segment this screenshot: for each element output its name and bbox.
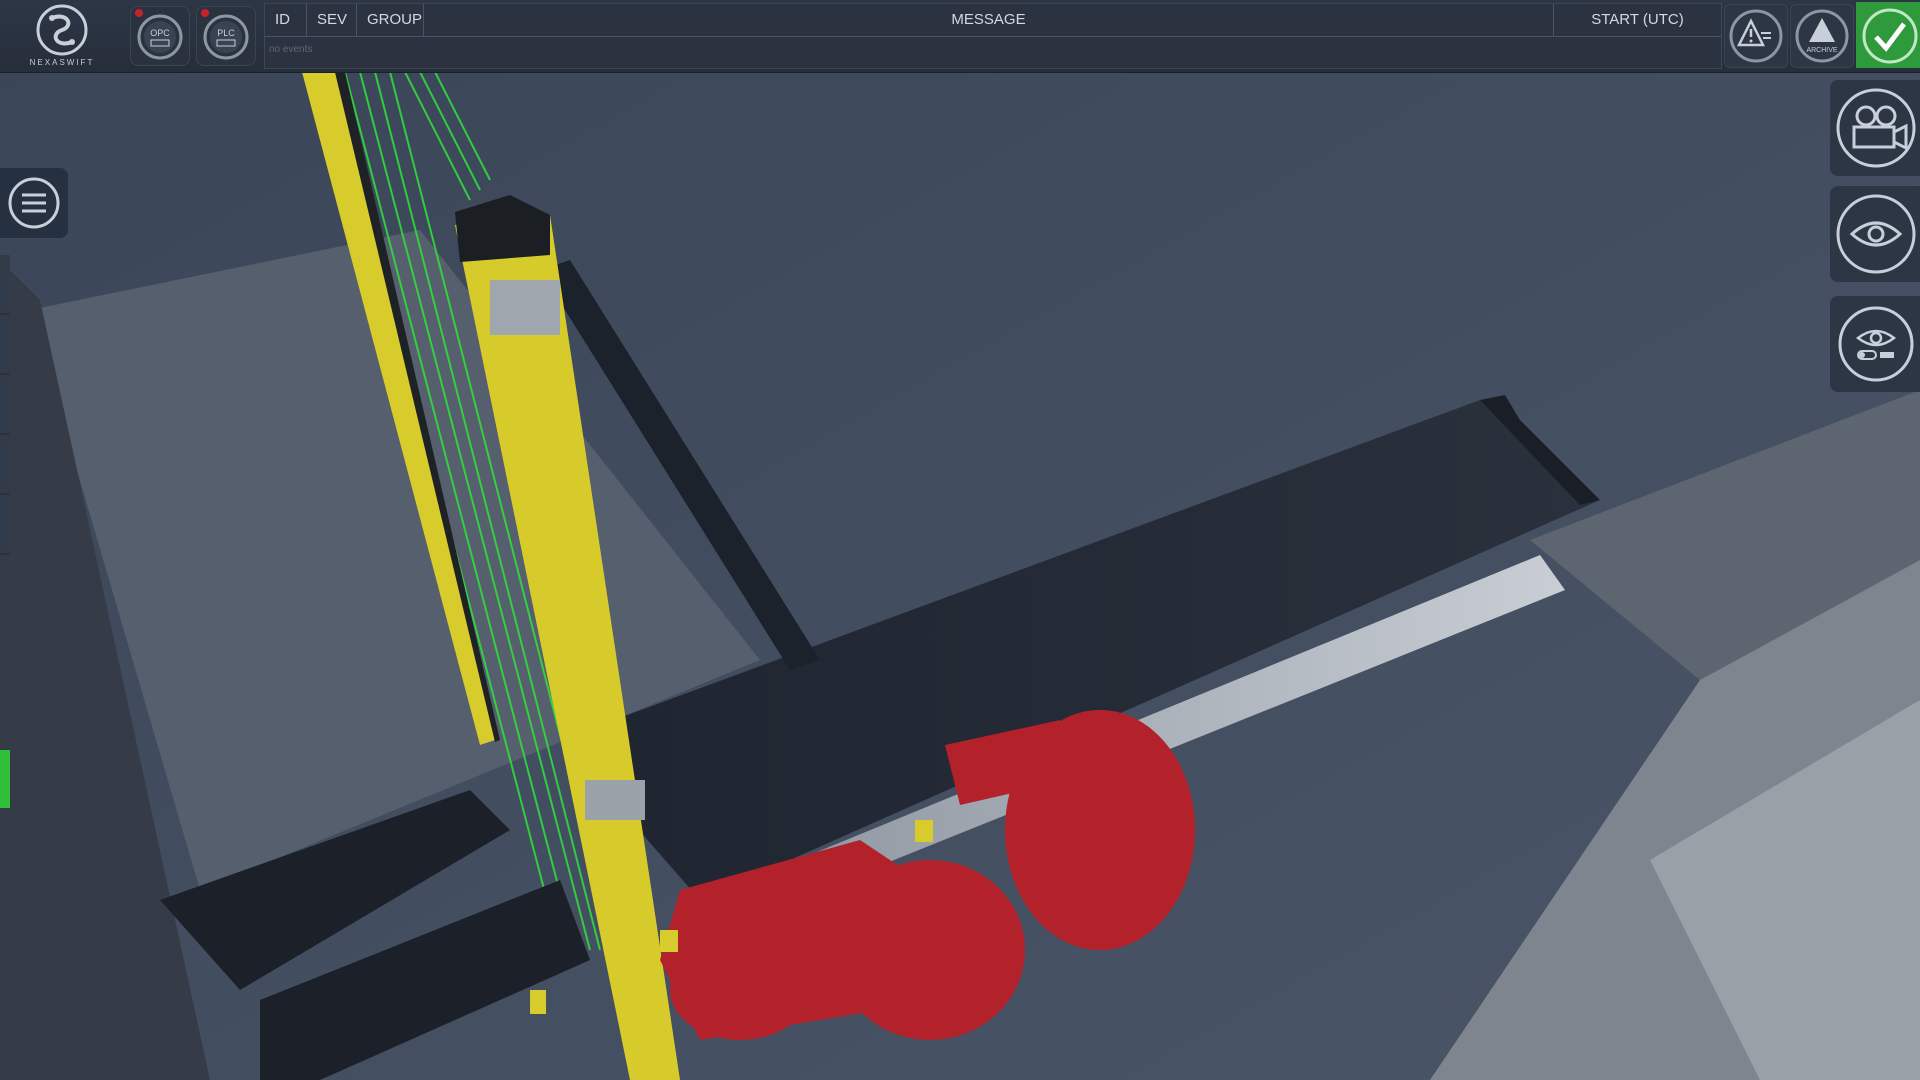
plc-label: PLC: [217, 28, 235, 38]
acknowledge-button[interactable]: [1856, 2, 1920, 68]
eye-icon: [1836, 194, 1916, 274]
brand-logo: NEXASWIFT: [22, 4, 102, 70]
view-button[interactable]: [1830, 186, 1920, 282]
warning-list-icon: [1729, 9, 1783, 63]
column-message[interactable]: MESSAGE: [424, 4, 1554, 36]
column-group[interactable]: GROUP: [357, 4, 424, 36]
mount-bracket-top: [490, 280, 560, 335]
top-bar: NEXASWIFT OPC PLC ID SEV GROUP MESSAGE S…: [0, 0, 1920, 73]
camera-icon: [1836, 88, 1916, 168]
column-sev[interactable]: SEV: [307, 4, 357, 36]
yellow-sensor: [915, 820, 933, 842]
archive-icon: ARCHIVE: [1795, 9, 1849, 63]
3d-scene-viewport[interactable]: [0, 0, 1920, 1080]
alarm-table-header: ID SEV GROUP MESSAGE START (UTC): [265, 4, 1721, 37]
alarm-table[interactable]: ID SEV GROUP MESSAGE START (UTC) no even…: [264, 3, 1722, 69]
visibility-toggle-button[interactable]: [1830, 296, 1920, 392]
plc-connection-button[interactable]: PLC: [196, 6, 256, 66]
archive-button[interactable]: ARCHIVE: [1790, 4, 1854, 68]
column-start-utc[interactable]: START (UTC): [1554, 4, 1721, 36]
side-tab-5[interactable]: [0, 495, 10, 555]
status-indicator: [0, 750, 10, 808]
yellow-sensor-2: [660, 930, 678, 952]
side-tab-2[interactable]: [0, 315, 10, 375]
alarm-list-button[interactable]: [1724, 4, 1788, 68]
opc-label: OPC: [150, 28, 170, 38]
yellow-sensor-3: [530, 990, 546, 1014]
brand-name: NEXASWIFT: [29, 58, 95, 67]
plc-icon: PLC: [203, 14, 249, 60]
side-tab-3[interactable]: [0, 375, 10, 435]
eye-toggle-icon: [1838, 306, 1914, 382]
hamburger-menu-icon: [8, 177, 60, 229]
side-tab-1[interactable]: [0, 255, 10, 315]
opc-icon: OPC: [137, 14, 183, 60]
opc-connection-button[interactable]: OPC: [130, 6, 190, 66]
mount-bracket-bottom: [585, 780, 645, 820]
nexaswift-logo-icon: [36, 4, 88, 56]
checkmark-icon: [1862, 8, 1918, 64]
side-tab-4[interactable]: [0, 435, 10, 495]
camera-button[interactable]: [1830, 80, 1920, 176]
alarm-table-empty: no events: [269, 44, 313, 55]
archive-label: ARCHIVE: [1806, 47, 1837, 54]
column-id[interactable]: ID: [265, 4, 307, 36]
main-menu-button[interactable]: [0, 168, 68, 238]
